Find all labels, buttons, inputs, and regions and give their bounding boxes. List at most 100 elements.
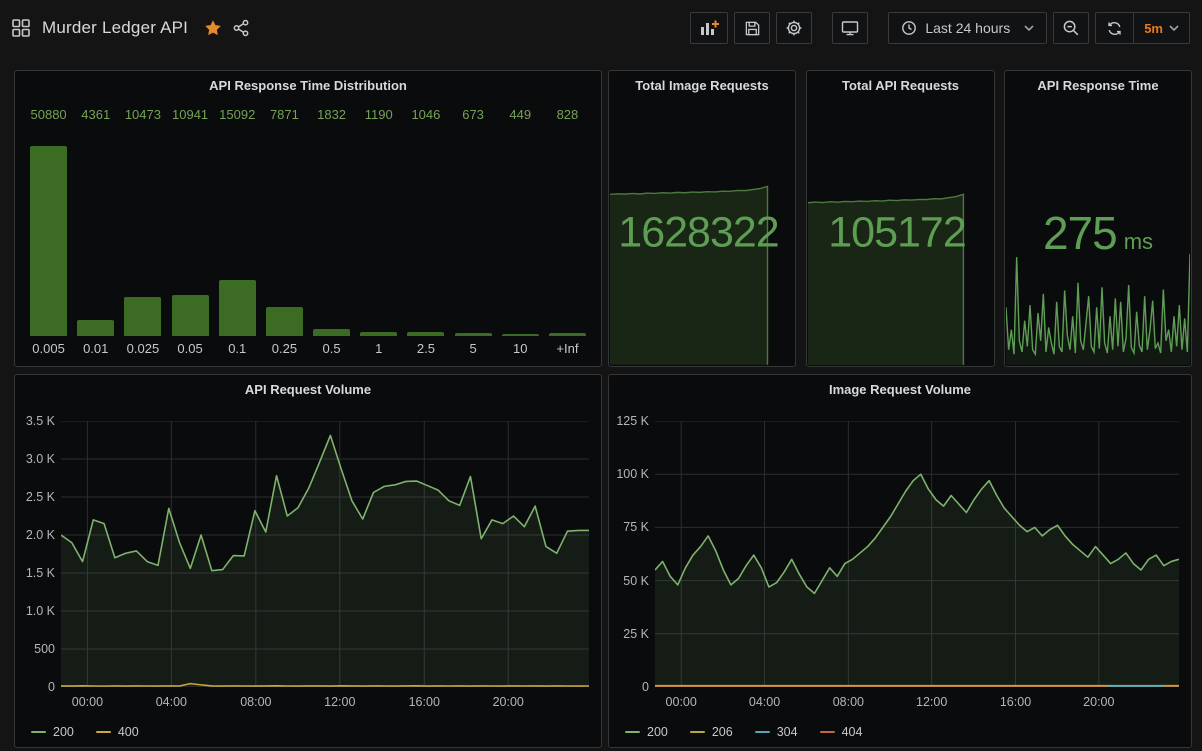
legend-item-304[interactable]: 304 [755, 725, 798, 739]
histogram-chart[interactable]: 508800.00543610.01104730.025109410.05150… [15, 101, 601, 366]
refresh-button[interactable] [1096, 13, 1133, 43]
time-range-picker[interactable]: Last 24 hours [888, 12, 1047, 44]
histogram-bar[interactable] [266, 307, 303, 336]
y-tick-label: 500 [34, 642, 55, 656]
y-tick-label: 0 [642, 680, 649, 694]
x-tick-label: 0.025 [119, 336, 166, 364]
legend-item-400[interactable]: 400 [96, 725, 139, 739]
star-icon[interactable] [204, 19, 222, 37]
chevron-down-icon [1169, 25, 1179, 31]
x-tick-label: 0.1 [214, 336, 261, 364]
histogram-bar[interactable] [219, 280, 256, 336]
legend-dash [625, 731, 640, 733]
histogram-bar[interactable] [124, 297, 161, 336]
panel-api-response-time: API Response Time 275ms [1004, 70, 1192, 367]
x-tick-label: 1 [355, 336, 402, 364]
histogram-bar[interactable] [30, 146, 67, 336]
time-series-chart[interactable]: 05001.0 K1.5 K2.0 K2.5 K3.0 K3.5 K00:000… [15, 405, 601, 747]
refresh-icon [1106, 20, 1123, 37]
x-tick-label: 08:00 [833, 695, 864, 709]
y-tick-label: 3.5 K [26, 414, 55, 428]
legend-label: 200 [53, 725, 74, 739]
histogram-bar[interactable] [77, 320, 114, 336]
stat-value: 105172 [808, 208, 993, 257]
save-icon [744, 20, 761, 37]
bar-value-label: 673 [450, 101, 497, 129]
x-tick-label: 5 [450, 336, 497, 364]
panel-api-request-volume: API Request Volume 05001.0 K1.5 K2.0 K2.… [14, 374, 602, 748]
x-tick-label: 12:00 [324, 695, 355, 709]
share-icon[interactable] [232, 19, 250, 37]
bar-value-label: 7871 [261, 101, 308, 129]
singlestat-body: 275ms [1006, 71, 1190, 365]
stat-value: 275ms [1006, 206, 1190, 260]
histogram-column: 1046 2.5 [402, 101, 449, 364]
panel-title[interactable]: Image Request Volume [609, 375, 1191, 405]
x-tick-label: 16:00 [1000, 695, 1031, 709]
panel-total-image-requests: Total Image Requests 1628322 [608, 70, 796, 367]
y-tick-label: 1.5 K [26, 566, 55, 580]
x-tick-label: 16:00 [409, 695, 440, 709]
legend-label: 206 [712, 725, 733, 739]
bar-value-label: 1832 [308, 101, 355, 129]
header-toolbar: Last 24 hours 5m [690, 12, 1190, 44]
x-tick-label: 0.5 [308, 336, 355, 364]
plot-area[interactable] [61, 421, 589, 687]
y-tick-label: 3.0 K [26, 452, 55, 466]
bar-value-label: 1046 [402, 101, 449, 129]
y-tick-label: 100 K [616, 467, 649, 481]
cycle-view-mode-button[interactable] [832, 12, 868, 44]
y-tick-label: 50 K [623, 574, 649, 588]
x-tick-label: 2.5 [402, 336, 449, 364]
dashboard-settings-button[interactable] [776, 12, 812, 44]
y-tick-label: 25 K [623, 627, 649, 641]
legend-item-200[interactable]: 200 [625, 725, 668, 739]
add-panel-icon [699, 19, 719, 37]
singlestat-body: 105172 [808, 71, 993, 365]
panel-title[interactable]: API Response Time Distribution [15, 71, 601, 101]
x-tick-label: 0.01 [72, 336, 119, 364]
y-tick-label: 2.0 K [26, 528, 55, 542]
time-range-label: Last 24 hours [925, 20, 1010, 36]
x-tick-label: 08:00 [240, 695, 271, 709]
histogram-column: 7871 0.25 [261, 101, 308, 364]
bar-value-label: 10473 [119, 101, 166, 129]
x-tick-label: 0.25 [261, 336, 308, 364]
histogram-bar[interactable] [313, 329, 350, 336]
dashboard-grid-icon[interactable] [12, 19, 30, 37]
histogram-column: 828+Inf [544, 101, 591, 364]
time-series-chart[interactable]: 025 K50 K75 K100 K125 K00:0004:0008:0012… [609, 405, 1191, 747]
plot-area[interactable] [655, 421, 1179, 687]
x-tick-label: +Inf [544, 336, 591, 364]
refresh-interval-picker[interactable]: 5m [1133, 13, 1189, 43]
legend-item-200[interactable]: 200 [31, 725, 74, 739]
bar-value-label: 15092 [214, 101, 261, 129]
histogram-column: 10473 0.025 [119, 101, 166, 364]
panel-api-response-time-distribution: API Response Time Distribution 508800.00… [14, 70, 602, 367]
histogram-column: 10941 0.05 [167, 101, 214, 364]
chevron-down-icon [1024, 25, 1034, 31]
stat-value: 1628322 [610, 208, 794, 257]
histogram-column: 11901 [355, 101, 402, 364]
x-tick-label: 20:00 [1083, 695, 1114, 709]
legend-dash [690, 731, 705, 733]
y-tick-label: 1.0 K [26, 604, 55, 618]
grafana-dashboard: Murder Ledger API [0, 0, 1202, 751]
legend-item-206[interactable]: 206 [690, 725, 733, 739]
legend-label: 200 [647, 725, 668, 739]
legend-dash [820, 731, 835, 733]
y-tick-label: 125 K [616, 414, 649, 428]
x-tick-label: 04:00 [749, 695, 780, 709]
zoom-out-button[interactable] [1053, 12, 1089, 44]
panel-image-request-volume: Image Request Volume 025 K50 K75 K100 K1… [608, 374, 1192, 748]
refresh-control: 5m [1095, 12, 1190, 44]
add-panel-button[interactable] [690, 12, 728, 44]
legend-dash [31, 731, 46, 733]
histogram-bar[interactable] [172, 295, 209, 336]
panel-title[interactable]: API Request Volume [15, 375, 601, 405]
legend-item-404[interactable]: 404 [820, 725, 863, 739]
bar-value-label: 10941 [167, 101, 214, 129]
save-dashboard-button[interactable] [734, 12, 770, 44]
legend-label: 404 [842, 725, 863, 739]
x-tick-label: 0.05 [167, 336, 214, 364]
